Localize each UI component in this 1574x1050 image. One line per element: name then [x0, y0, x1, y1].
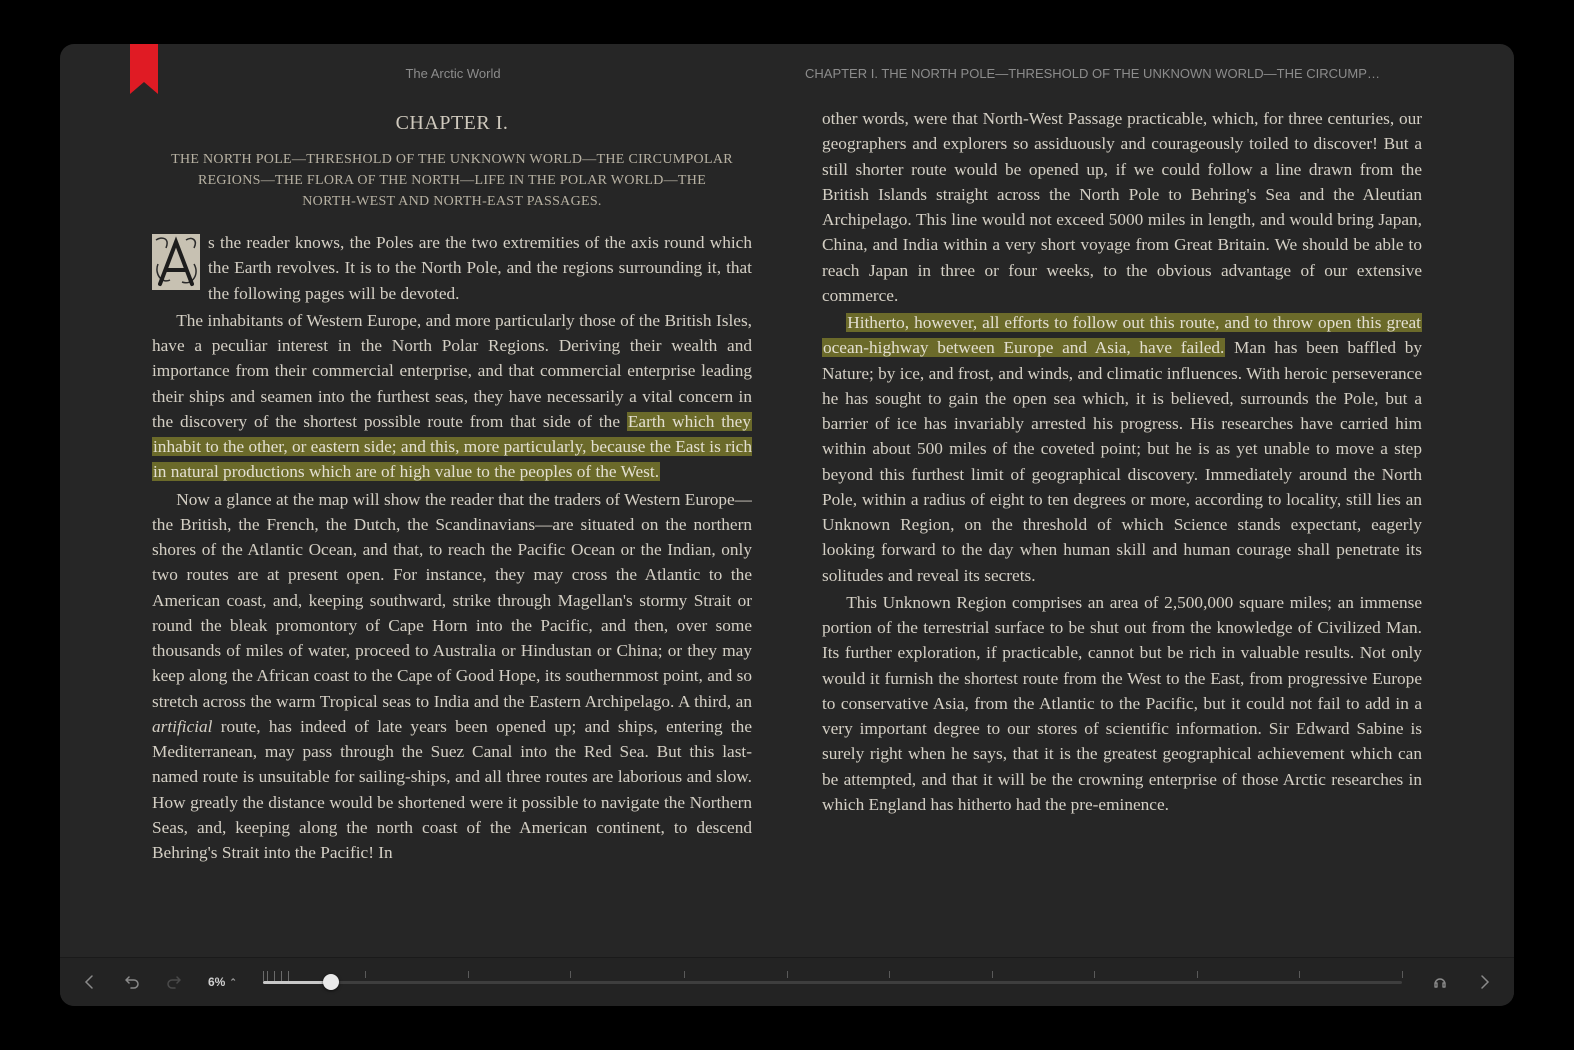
progress-percent-label: 6%: [208, 975, 225, 989]
paragraph: Hitherto, however, all efforts to follow…: [822, 310, 1422, 588]
bottom-toolbar: 6% ⌃: [60, 957, 1514, 1006]
paragraph: Now a glance at the map will show the re…: [152, 487, 752, 866]
undo-button[interactable]: [120, 970, 144, 994]
progress-slider[interactable]: [263, 968, 1402, 996]
paragraph-text: Man has been baffled by Nature; by ice, …: [822, 338, 1422, 584]
progress-percent-button[interactable]: 6% ⌃: [208, 975, 237, 989]
paragraph: s the reader knows, the Poles are the tw…: [152, 230, 752, 306]
paragraph-text: route, has indeed of late years been ope…: [152, 717, 752, 862]
paragraph: The inhabitants of Western Europe, and m…: [152, 308, 752, 485]
paragraph-text: s the reader knows, the Poles are the tw…: [208, 233, 752, 303]
page-right-body[interactable]: other words, were that North-West Passag…: [822, 106, 1422, 817]
paragraph: other words, were that North-West Passag…: [822, 106, 1422, 308]
italic-text: artificial: [152, 717, 212, 736]
running-head-left: The Arctic World: [168, 66, 738, 81]
chevron-up-icon: ⌃: [229, 977, 237, 988]
audio-button[interactable]: [1428, 970, 1452, 994]
page-right: other words, were that North-West Passag…: [822, 106, 1422, 946]
next-page-button[interactable]: [1472, 970, 1496, 994]
slider-track-fill: [263, 981, 331, 984]
paragraph-text: This Unknown Region comprises an area of…: [822, 593, 1422, 814]
page-left-body[interactable]: s the reader knows, the Poles are the tw…: [152, 230, 752, 865]
redo-button[interactable]: [162, 970, 186, 994]
paragraph-text: other words, were that North-West Passag…: [822, 109, 1422, 305]
slider-track: [263, 981, 1402, 984]
paragraph: This Unknown Region comprises an area of…: [822, 590, 1422, 817]
page-left: CHAPTER I. THE NORTH POLE—THRESHOLD OF T…: [152, 106, 752, 946]
chapter-number: CHAPTER I.: [152, 112, 752, 135]
prev-page-button[interactable]: [78, 970, 102, 994]
reader-window: The Arctic World CHAPTER I. THE NORTH PO…: [60, 44, 1514, 1006]
running-head-right: CHAPTER I. THE NORTH POLE—THRESHOLD OF T…: [805, 66, 1381, 81]
chapter-title: THE NORTH POLE—THRESHOLD OF THE UNKNOWN …: [170, 149, 734, 212]
bookmark-ribbon[interactable]: [130, 44, 158, 94]
chapter-ticks: [263, 971, 1402, 979]
slider-thumb[interactable]: [323, 974, 339, 990]
drop-cap-ornament: [152, 234, 200, 290]
paragraph-text: Now a glance at the map will show the re…: [152, 490, 752, 711]
